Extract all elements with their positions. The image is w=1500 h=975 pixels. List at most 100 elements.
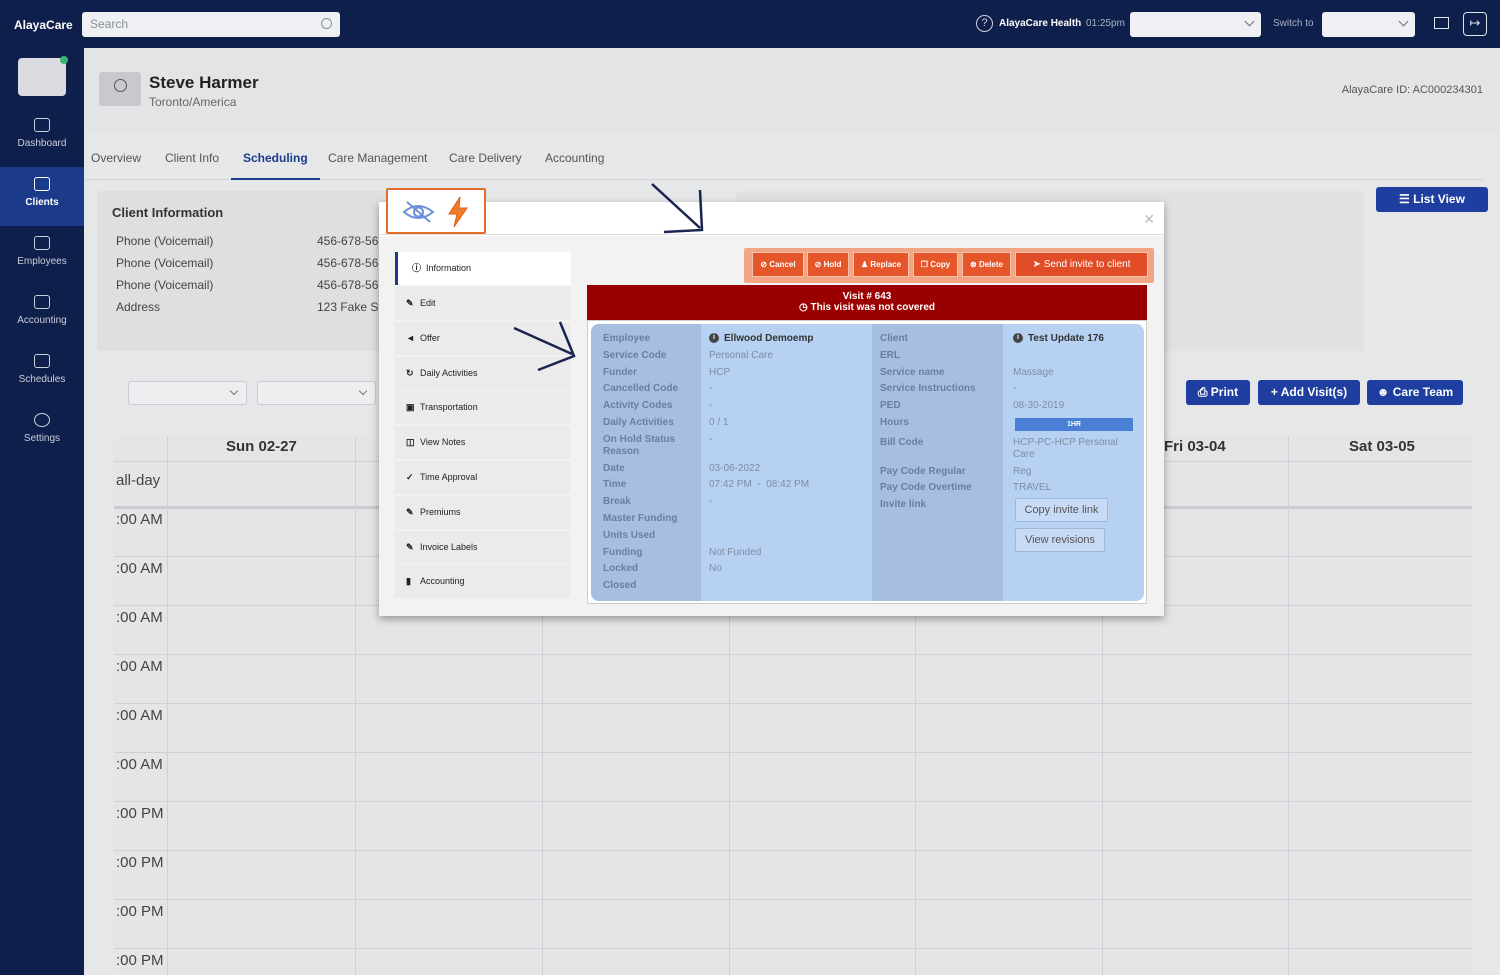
team-icon: ☻ [1376, 385, 1393, 399]
app-logo[interactable]: AlayaCare [14, 18, 73, 32]
sidebar-item-schedules[interactable]: Schedules [0, 344, 84, 403]
field-label: Closed [603, 580, 637, 591]
menu-label: Information [426, 263, 472, 273]
pencil-icon: ✎ [406, 298, 414, 308]
client-id: AlayaCare ID: AC000234301 [1341, 84, 1483, 96]
sidebar-item-settings[interactable]: Settings [0, 403, 84, 462]
grid-line [355, 436, 356, 975]
list-view-button[interactable]: ☰ List View [1376, 187, 1488, 212]
field-value: Massage [1013, 367, 1054, 378]
sidebar-item-accounting[interactable]: Accounting [0, 285, 84, 344]
field-label: Time [603, 479, 627, 490]
current-time: 01:25pm [1086, 18, 1125, 29]
time-slot-label: :00 AM [116, 707, 163, 724]
cancel-button[interactable]: ⊘ Cancel [752, 252, 804, 277]
tab-care-delivery[interactable]: Care Delivery [449, 151, 522, 180]
delete-button[interactable]: ⊗ Delete [962, 252, 1011, 277]
replace-button[interactable]: ♟ Replace [853, 252, 909, 277]
send-invite-label: Send invite to client [1043, 259, 1131, 270]
sidebar-item-employees[interactable]: Employees [0, 226, 84, 285]
view-revisions-button[interactable]: View revisions [1015, 528, 1105, 552]
client-value[interactable]: i Test Update 176 [1013, 333, 1104, 344]
modal-menu-transportation[interactable]: ▣ Transportation [395, 391, 571, 424]
modal-menu-view-notes[interactable]: ◫ View Notes [395, 426, 571, 459]
user-avatar[interactable] [18, 56, 68, 96]
field-label: Pay Code Regular [880, 466, 966, 477]
tab-scheduling[interactable]: Scheduling [231, 151, 320, 180]
field-value: Personal Care [709, 350, 773, 361]
hold-button[interactable]: ⊘ Hold [807, 252, 849, 277]
lightning-bolt-icon[interactable] [446, 196, 470, 228]
field-value: Not Funded [709, 547, 762, 558]
info-value: 456-678-56 [317, 234, 379, 248]
field-value: 07:42 PM - 08:42 PM [709, 479, 810, 490]
sidebar-item-label: Accounting [17, 315, 67, 326]
menu-label: Edit [420, 298, 436, 308]
info-value: 123 Fake St [317, 300, 382, 314]
field-value: - [709, 496, 713, 507]
close-icon[interactable]: ✕ [1143, 211, 1155, 228]
mail-icon[interactable] [1434, 17, 1449, 29]
delete-icon: ⊗ [970, 260, 979, 269]
list-icon: ☰ [1399, 192, 1414, 206]
field-label: Daily Activities [603, 417, 674, 428]
client-information-title: Client Information [112, 205, 224, 220]
employee-value[interactable]: i Ellwood Demoemp [709, 333, 813, 344]
eye-slash-icon[interactable] [402, 200, 435, 224]
info-label: Address [116, 300, 161, 314]
copy-button[interactable]: ❐ Copy [913, 252, 958, 277]
copy-invite-link-button[interactable]: Copy invite link [1015, 498, 1108, 522]
search-placeholder: Search [90, 17, 129, 31]
person-icon [99, 72, 141, 106]
chevron-down-icon [229, 386, 239, 396]
car-icon: ▣ [406, 402, 415, 412]
modal-header: ✕ [379, 202, 1164, 235]
field-value: 0 / 1 [709, 417, 729, 428]
care-team-button[interactable]: ☻ Care Team [1367, 380, 1463, 405]
modal-menu-invoice-labels[interactable]: ✎ Invoice Labels [395, 531, 571, 564]
tab-client-info[interactable]: Client Info [165, 151, 219, 180]
field-label: Invite link [880, 499, 927, 510]
tab-accounting[interactable]: Accounting [545, 151, 604, 180]
logout-icon[interactable]: ↦ [1463, 12, 1487, 36]
clock-icon: ◷ [799, 302, 811, 313]
modal-menu-information[interactable]: ⓘ Information [395, 252, 571, 285]
field-label: Funding [603, 547, 643, 558]
plus-icon: + [1270, 385, 1281, 399]
switch-to-select[interactable] [1322, 12, 1415, 37]
hold-label: Hold [823, 260, 842, 269]
person-icon: ♟ [860, 260, 871, 269]
chevron-down-icon [1398, 16, 1409, 27]
field-value: - [709, 434, 713, 445]
sidebar-item-label: Settings [23, 433, 61, 444]
help-icon[interactable]: ? [976, 15, 993, 32]
client-header: Steve Harmer Toronto/America AlayaCare I… [84, 48, 1500, 132]
tab-care-management[interactable]: Care Management [328, 151, 427, 180]
online-status-dot [60, 56, 68, 64]
sidebar-item-dashboard[interactable]: Dashboard [0, 108, 84, 167]
add-visits-button[interactable]: + Add Visit(s) [1258, 380, 1360, 405]
search-icon [321, 18, 332, 29]
visit-status-text: This visit was not covered [810, 302, 935, 313]
organization-select[interactable] [1130, 12, 1261, 37]
time-slot-label: :00 PM [116, 903, 164, 920]
modal-menu-accounting[interactable]: ▮ Accounting [395, 565, 571, 598]
delete-label: Delete [978, 260, 1003, 269]
sidebar-item-clients[interactable]: Clients [0, 167, 84, 226]
client-information-card: Client Information Phone (Voicemail) 456-… [97, 191, 387, 351]
send-invite-button[interactable]: ➤ Send invite to client [1015, 252, 1148, 277]
calendar-filter-select-1[interactable] [128, 381, 247, 405]
megaphone-icon: ◄ [406, 333, 415, 343]
calendar-filter-select-2[interactable] [257, 381, 376, 405]
modal-menu-time-approval[interactable]: ✓ Time Approval [395, 461, 571, 494]
print-button[interactable]: ⎙ Print [1186, 380, 1250, 405]
feature-highlight-box [386, 188, 486, 234]
paper-plane-icon: ➤ [1032, 259, 1044, 270]
sidebar-item-label: Clients [25, 197, 59, 208]
grid-line [1288, 436, 1289, 975]
search-input[interactable]: Search [82, 12, 340, 37]
visit-details-panel: Employee i Ellwood Demoemp Service Code P… [587, 320, 1147, 604]
field-label: Employee [603, 333, 651, 344]
tab-overview[interactable]: Overview [91, 151, 141, 180]
modal-menu-premiums[interactable]: ✎ Premiums [395, 496, 571, 529]
